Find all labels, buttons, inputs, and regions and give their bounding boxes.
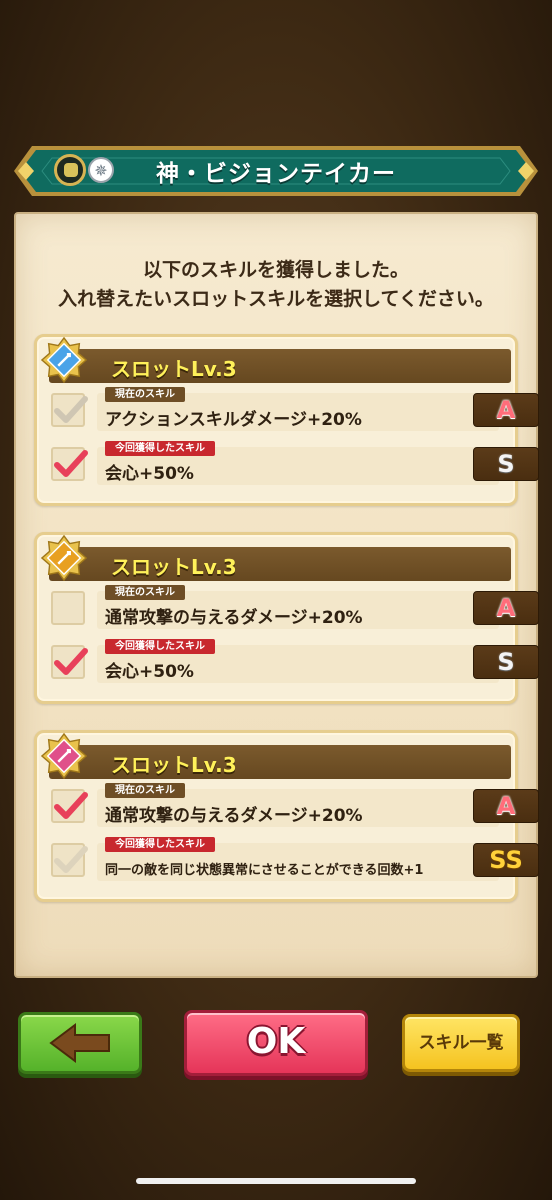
- title-banner: ✵ 神・ビジョンテイカー: [14, 140, 538, 202]
- slot-header: スロットLv.3: [49, 349, 511, 383]
- orange-slot-emblem-icon: [41, 535, 87, 581]
- ok-button[interactable]: OK: [184, 1010, 368, 1076]
- pink-slot-emblem-icon: [41, 733, 87, 779]
- slot-header: スロットLv.3: [49, 745, 511, 779]
- skill-text: 会心+50%: [105, 662, 194, 682]
- checkmark-icon: [54, 396, 88, 423]
- new-skill-tag: 今回獲得したスキル: [105, 441, 215, 456]
- skill-text: 通常攻撃の与えるダメージ+20%: [105, 608, 363, 628]
- arrow-left-icon: [49, 1023, 110, 1063]
- rank-badge: SS: [473, 843, 539, 877]
- new-skill-row[interactable]: 今回獲得したスキル 会心+50% S: [49, 639, 539, 685]
- skill-text: 通常攻撃の与えるダメージ+20%: [105, 806, 363, 826]
- home-indicator[interactable]: [136, 1178, 416, 1184]
- intro-line-1: 以下のスキルを獲得しました。: [142, 259, 409, 281]
- page-title: 神・ビジョンテイカー: [156, 161, 396, 187]
- intro-line-2: 入れ替えたいスロットスキルを選択してください。: [58, 288, 494, 310]
- rank-badge: S: [473, 645, 539, 679]
- checkmark-icon: [54, 846, 88, 873]
- slot-title: スロットLv.3: [111, 357, 237, 381]
- rank-badge: A: [473, 789, 539, 823]
- skill-text: アクションスキルダメージ+20%: [105, 410, 362, 430]
- rank-badge: S: [473, 447, 539, 481]
- checkbox[interactable]: [51, 843, 88, 877]
- skill-text: 同一の敵を同じ状態異常にさせることができる回数+1: [105, 863, 424, 878]
- current-skill-tag: 現在のスキル: [105, 783, 185, 798]
- back-button[interactable]: [18, 1012, 142, 1074]
- checkbox[interactable]: [51, 789, 88, 823]
- slot-title: スロットLv.3: [111, 555, 237, 579]
- current-skill-row[interactable]: 現在のスキル アクションスキルダメージ+20% A: [49, 387, 539, 433]
- slot-card-3: スロットLv.3 現在のスキル 通常攻撃の与えるダメージ+20% A 今回獲得し…: [34, 730, 539, 902]
- rank-badge: A: [473, 393, 539, 427]
- checkmark-icon: [54, 792, 88, 819]
- skill-text: 会心+50%: [105, 464, 194, 484]
- new-skill-row[interactable]: 今回獲得したスキル 同一の敵を同じ状態異常にさせることができる回数+1 SS: [49, 837, 539, 883]
- slot-title: スロットLv.3: [111, 753, 237, 777]
- checkmark-icon: [54, 648, 88, 675]
- new-skill-tag: 今回獲得したスキル: [105, 837, 215, 852]
- checkbox[interactable]: [51, 591, 85, 625]
- blue-slot-emblem-icon: [41, 337, 87, 383]
- slot-card-1: スロットLv.3 現在のスキル アクションスキルダメージ+20% A 今回獲得し…: [34, 334, 539, 506]
- checkbox[interactable]: [51, 447, 88, 481]
- slot-header: スロットLv.3: [49, 547, 511, 581]
- skill-list-button[interactable]: スキル一覧: [402, 1014, 520, 1072]
- intro-text: 以下のスキルを獲得しました。 入れ替えたいスロットスキルを選択してください。: [0, 256, 552, 314]
- current-skill-tag: 現在のスキル: [105, 585, 185, 600]
- checkbox[interactable]: [51, 645, 88, 679]
- current-skill-row[interactable]: 現在のスキル 通常攻撃の与えるダメージ+20% A: [49, 585, 539, 631]
- slot-card-2: スロットLv.3 現在のスキル 通常攻撃の与えるダメージ+20% A 今回獲得し…: [34, 532, 539, 704]
- new-skill-row[interactable]: 今回獲得したスキル 会心+50% S: [49, 441, 539, 487]
- checkmark-icon: [54, 450, 88, 477]
- current-skill-tag: 現在のスキル: [105, 387, 185, 402]
- checkbox[interactable]: [51, 393, 88, 427]
- rank-badge: A: [473, 591, 539, 625]
- current-skill-row[interactable]: 現在のスキル 通常攻撃の与えるダメージ+20% A: [49, 783, 539, 829]
- new-skill-tag: 今回獲得したスキル: [105, 639, 215, 654]
